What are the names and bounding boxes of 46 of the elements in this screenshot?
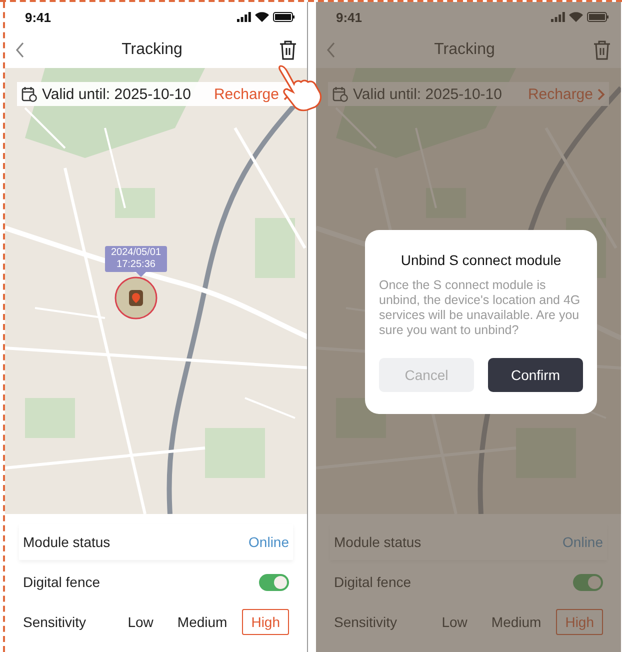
module-status-value: Online xyxy=(248,534,289,550)
marker-time: 17:25:36 xyxy=(116,259,156,271)
trash-icon xyxy=(592,40,611,60)
dialog-message: Once the S connect module is unbind, the device's location and 4G services will be unavailable. Are you sure you want to unbind? xyxy=(379,278,582,338)
digital-fence-toggle[interactable] xyxy=(259,574,289,590)
back-chevron-icon xyxy=(15,42,25,58)
battery-icon xyxy=(587,12,609,22)
calendar-clock-icon xyxy=(332,86,348,102)
wifi-icon xyxy=(569,12,583,22)
sensitivity-option[interactable]: Medium xyxy=(168,609,236,635)
module-status-label: Module status xyxy=(23,534,110,550)
module-status-value: Online xyxy=(562,534,603,550)
recharge-link[interactable]: Recharge xyxy=(528,86,605,102)
signal-icon xyxy=(551,12,565,22)
chevron-right-icon xyxy=(597,88,605,100)
marker-date: 2024/05/01 xyxy=(110,247,162,259)
page-title: Tracking xyxy=(434,41,495,59)
page-title: Tracking xyxy=(122,41,182,59)
sensitivity-option[interactable]: High xyxy=(242,609,289,635)
location-marker-icon[interactable] xyxy=(114,276,158,320)
sensitivity-label: Sensitivity xyxy=(334,614,398,630)
back-button[interactable] xyxy=(326,42,336,58)
sensitivity-label: Sensitivity xyxy=(23,614,86,630)
calendar-clock-icon xyxy=(21,86,37,102)
valid-until-text: Valid until: 2025-10-10 xyxy=(353,86,502,102)
digital-fence-toggle[interactable] xyxy=(573,574,603,590)
sensitivity-option[interactable]: Low xyxy=(432,609,476,635)
digital-fence-label: Digital fence xyxy=(23,574,100,590)
sensitivity-option[interactable]: Low xyxy=(118,609,162,635)
dialog-title: Unbind S connect module xyxy=(400,252,562,268)
status-time: 9:41 xyxy=(336,10,362,24)
battery-icon xyxy=(273,12,295,22)
signal-icon xyxy=(237,12,251,22)
back-chevron-icon xyxy=(326,42,336,58)
status-time: 9:41 xyxy=(25,10,52,24)
valid-until-text: Valid until: 2025-10-10 xyxy=(42,86,191,102)
confirm-button[interactable]: Confirm xyxy=(488,358,583,392)
back-button[interactable] xyxy=(15,42,25,58)
digital-fence-label: Digital fence xyxy=(334,574,412,590)
sensitivity-option[interactable]: Medium xyxy=(482,609,550,635)
cancel-button[interactable]: Cancel xyxy=(379,358,474,392)
module-status-label: Module status xyxy=(334,534,422,550)
trash-icon xyxy=(278,40,297,60)
delete-button[interactable] xyxy=(278,40,297,60)
wifi-icon xyxy=(255,12,269,22)
sensitivity-option[interactable]: High xyxy=(556,609,603,635)
